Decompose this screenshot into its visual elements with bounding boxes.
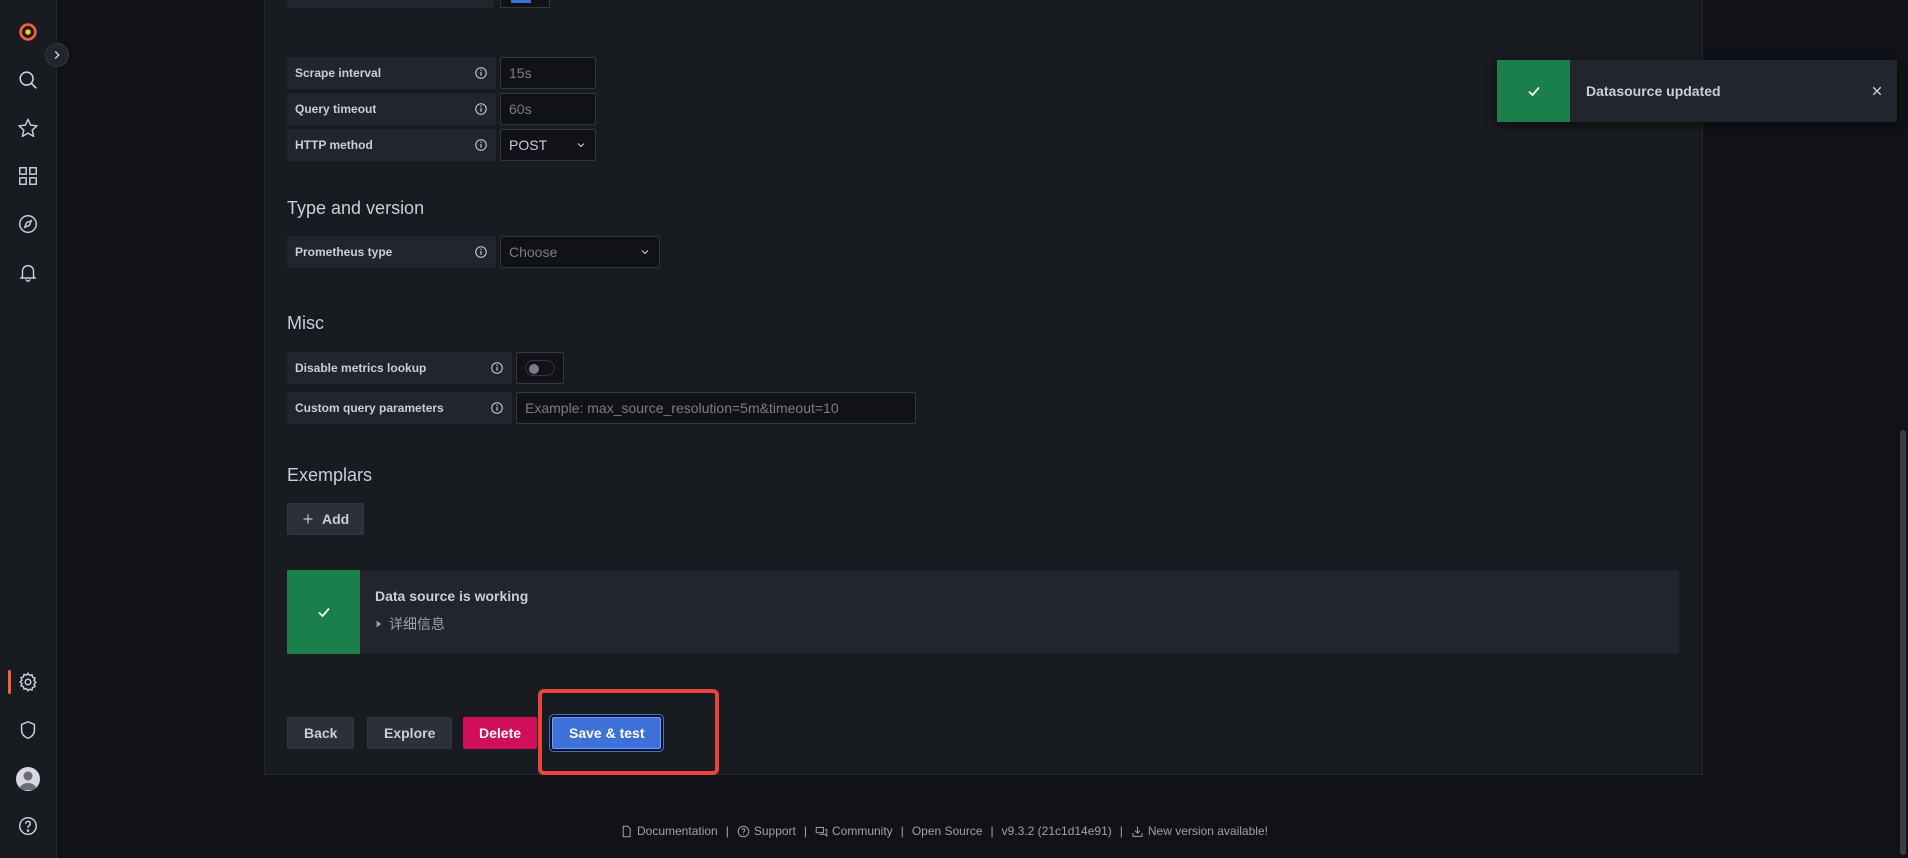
type-version-title: Type and version bbox=[287, 198, 425, 218]
query-timeout-input[interactable]: 60s bbox=[500, 93, 596, 125]
prometheus-type-select[interactable]: Choose bbox=[500, 236, 660, 268]
info-icon[interactable] bbox=[474, 245, 488, 259]
query-timeout-label: Query timeout bbox=[287, 93, 496, 125]
alert-icon-box bbox=[287, 570, 360, 654]
footer-support-link[interactable]: Support bbox=[737, 824, 796, 838]
bell-icon[interactable] bbox=[13, 257, 43, 287]
add-exemplar-label: Add bbox=[322, 511, 350, 527]
info-icon[interactable] bbox=[474, 138, 488, 152]
chevron-down-icon bbox=[641, 250, 649, 255]
prometheus-type-row: Prometheus type Choose bbox=[287, 236, 660, 268]
footer-documentation-link[interactable]: Documentation bbox=[620, 824, 718, 838]
check-icon bbox=[1527, 86, 1540, 97]
search-icon[interactable] bbox=[13, 65, 43, 95]
footer-new-version-label: New version available! bbox=[1147, 824, 1268, 838]
scrape-interval-row: Scrape interval 15s bbox=[287, 57, 596, 89]
datasource-status-alert: Data source is working 详细信息 bbox=[287, 570, 1679, 654]
info-icon[interactable] bbox=[490, 361, 504, 375]
custom-params-input[interactable]: Example: max_source_resolution=5m&timeou… bbox=[516, 392, 916, 424]
info-icon[interactable] bbox=[474, 102, 488, 116]
add-exemplar-button[interactable]: Add bbox=[287, 503, 365, 535]
delete-button[interactable]: Delete bbox=[463, 717, 538, 749]
http-method-value: POST bbox=[509, 137, 548, 153]
scrape-interval-input[interactable]: 15s bbox=[500, 57, 596, 89]
question-circle-icon bbox=[737, 825, 750, 837]
footer-new-version-link[interactable]: New version available! bbox=[1131, 824, 1268, 838]
http-method-row: HTTP method POST bbox=[287, 129, 596, 161]
gear-icon[interactable] bbox=[13, 667, 43, 697]
input-partial[interactable] bbox=[500, 0, 550, 8]
active-indicator bbox=[8, 670, 11, 694]
query-timeout-label-text: Query timeout bbox=[295, 102, 377, 116]
scrape-interval-label-text: Scrape interval bbox=[295, 66, 382, 80]
toast-message: Datasource updated bbox=[1586, 83, 1721, 99]
exemplars-title: Exemplars bbox=[287, 465, 373, 485]
footer-documentation-label: Documentation bbox=[637, 824, 718, 838]
highlight-annotation bbox=[538, 689, 719, 775]
explore-icon[interactable] bbox=[13, 209, 43, 239]
scrollbar-thumb[interactable] bbox=[1900, 430, 1906, 855]
document-icon bbox=[622, 825, 631, 837]
scrape-interval-label: Scrape interval bbox=[287, 57, 496, 89]
grafana-logo-icon[interactable] bbox=[13, 17, 43, 47]
footer: Documentation | Support | Community | Op… bbox=[620, 824, 1268, 838]
disable-metrics-label-text: Disable metrics lookup bbox=[295, 361, 427, 375]
prometheus-type-label: Prometheus type bbox=[287, 236, 496, 268]
expand-sidebar-button[interactable] bbox=[45, 43, 69, 67]
alert-details-label: 详细信息 bbox=[389, 616, 445, 632]
check-icon bbox=[317, 607, 330, 618]
custom-params-row: Custom query parameters Example: max_sou… bbox=[287, 392, 916, 424]
misc-title: Misc bbox=[287, 313, 324, 333]
download-icon bbox=[1132, 826, 1143, 837]
back-button[interactable]: Back bbox=[287, 717, 355, 749]
help-icon[interactable] bbox=[13, 811, 43, 841]
query-timeout-placeholder: 60s bbox=[509, 101, 532, 117]
chevron-down-icon bbox=[577, 143, 585, 148]
shield-icon[interactable] bbox=[13, 715, 43, 745]
sidebar bbox=[0, 0, 57, 858]
toast-icon-box bbox=[1497, 60, 1570, 122]
http-method-select[interactable]: POST bbox=[500, 129, 596, 161]
alert-title: Data source is working bbox=[375, 588, 529, 604]
http-method-label-text: HTTP method bbox=[295, 138, 373, 152]
footer-community-label: Community bbox=[832, 824, 893, 838]
disable-metrics-label: Disable metrics lookup bbox=[287, 352, 512, 384]
field-label-partial bbox=[287, 0, 494, 8]
avatar[interactable] bbox=[16, 767, 40, 791]
query-timeout-row: Query timeout 60s bbox=[287, 93, 596, 125]
success-toast: Datasource updated bbox=[1497, 60, 1897, 122]
comments-icon bbox=[815, 826, 828, 837]
info-icon[interactable] bbox=[474, 66, 488, 80]
disable-metrics-row: Disable metrics lookup bbox=[287, 352, 564, 384]
http-method-label: HTTP method bbox=[287, 129, 496, 161]
footer-support-label: Support bbox=[753, 824, 796, 838]
disable-metrics-toggle-wrap bbox=[516, 352, 564, 384]
close-icon[interactable] bbox=[1857, 60, 1897, 122]
explore-button[interactable]: Explore bbox=[367, 717, 453, 749]
info-icon[interactable] bbox=[490, 401, 504, 415]
alert-details-toggle[interactable]: 详细信息 bbox=[375, 614, 528, 634]
custom-params-label: Custom query parameters bbox=[287, 392, 512, 424]
star-icon[interactable] bbox=[13, 113, 43, 143]
footer-community-link[interactable]: Community bbox=[815, 824, 893, 838]
disable-metrics-toggle[interactable] bbox=[525, 360, 555, 376]
footer-version: v9.3.2 (21c1d14e91) bbox=[1001, 824, 1112, 838]
scrape-interval-placeholder: 15s bbox=[509, 65, 532, 81]
prometheus-type-label-text: Prometheus type bbox=[295, 245, 393, 259]
custom-params-label-text: Custom query parameters bbox=[295, 401, 444, 415]
caret-right-icon bbox=[376, 620, 382, 628]
footer-open-source-link[interactable]: Open Source bbox=[912, 824, 983, 838]
prometheus-type-placeholder: Choose bbox=[509, 244, 558, 260]
custom-params-placeholder: Example: max_source_resolution=5m&timeou… bbox=[525, 400, 839, 416]
dashboards-icon[interactable] bbox=[13, 161, 43, 191]
plus-icon bbox=[303, 514, 313, 524]
